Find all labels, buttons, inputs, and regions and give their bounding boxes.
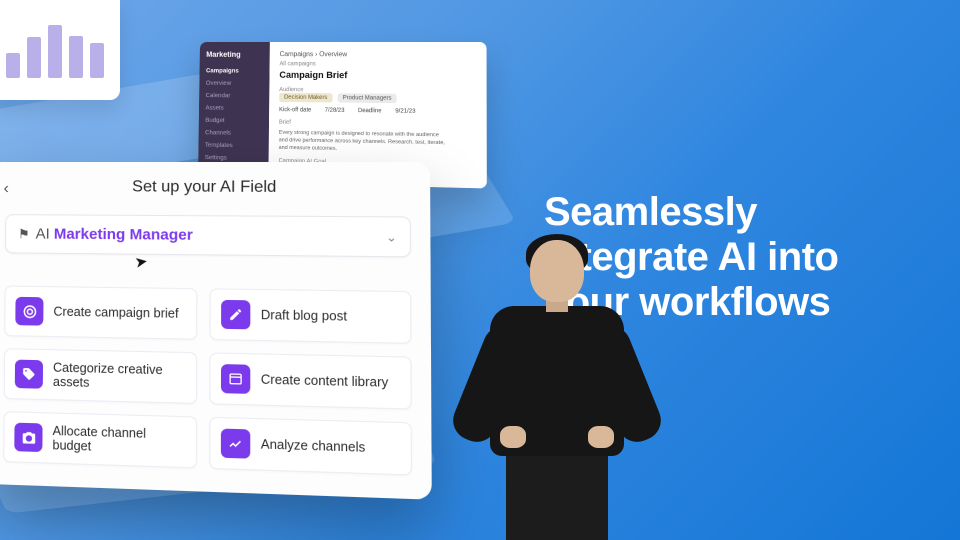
action-label: Analyze channels [261, 437, 365, 455]
pencil-icon [221, 300, 250, 329]
sidebar-item[interactable]: Channels [205, 128, 262, 136]
ai-setup-panel: ‹ Set up your AI Field ⚑ AI Marketing Ma… [0, 162, 432, 500]
brand-label: Marketing [206, 50, 263, 58]
action-analyze-channels[interactable]: Analyze channels [209, 417, 412, 476]
flag-icon: ⚑ [18, 226, 30, 242]
sidebar-item[interactable]: Calendar [206, 91, 263, 99]
sidebar-item[interactable]: Settings [205, 153, 262, 162]
sidebar-item-campaigns[interactable]: Campaigns [206, 67, 263, 75]
sidebar-item[interactable]: Templates [205, 141, 262, 150]
camera-icon [14, 423, 42, 452]
action-label: Allocate channel budget [52, 424, 185, 457]
action-label: Categorize creative assets [53, 360, 186, 392]
analytics-icon [221, 429, 250, 459]
chart-bar [69, 36, 83, 79]
presenter-figure [450, 230, 660, 540]
deadline-value: 9/21/23 [395, 108, 415, 114]
kickoff-label: Kick-off date [279, 107, 311, 113]
action-label: Create campaign brief [53, 304, 178, 320]
action-allocate-budget[interactable]: Allocate channel budget [3, 411, 197, 468]
audience-pill[interactable]: Product Managers [338, 93, 397, 103]
target-icon [15, 297, 43, 326]
cursor-icon: ➤ [133, 252, 149, 272]
brief-body-label: Brief [279, 119, 476, 128]
ai-role-selector[interactable]: ⚑ AI Marketing Manager ⌄ ➤ [5, 214, 411, 257]
mini-bar-chart [0, 0, 120, 100]
deadline-label: Deadline [358, 108, 382, 114]
chevron-down-icon: ⌄ [386, 229, 397, 244]
presentation-slide: Seamlessly integrate AI into your workfl… [0, 0, 960, 540]
sub-crumb: All campaigns [279, 61, 476, 68]
action-create-content-library[interactable]: Create content library [209, 352, 411, 409]
action-label: Draft blog post [261, 308, 347, 324]
audience-pill[interactable]: Decision Makers [279, 93, 332, 103]
brief-title: Campaign Brief [279, 70, 476, 81]
library-icon [221, 364, 250, 394]
back-arrow-icon[interactable]: ‹ [3, 180, 8, 198]
action-label: Create content library [261, 372, 389, 390]
role-value: Marketing Manager [54, 226, 193, 244]
kickoff-value: 7/28/23 [325, 107, 345, 113]
chart-bar [6, 53, 20, 78]
chart-bar [90, 43, 104, 78]
sidebar-item[interactable]: Budget [205, 116, 262, 124]
chart-bar [48, 25, 62, 78]
panel-title: Set up your AI Field [132, 178, 276, 196]
action-create-campaign-brief[interactable]: Create campaign brief [4, 286, 197, 340]
action-grid: Create campaign brief Draft blog post Ca… [3, 286, 412, 476]
sidebar-item[interactable]: Assets [205, 104, 262, 112]
action-draft-blog-post[interactable]: Draft blog post [210, 288, 412, 344]
sidebar-item[interactable]: Overview [206, 79, 263, 87]
action-categorize-assets[interactable]: Categorize creative assets [4, 348, 197, 404]
breadcrumb[interactable]: Campaigns › Overview [280, 50, 476, 58]
chart-bar [27, 37, 41, 78]
tag-icon [15, 360, 43, 389]
role-prefix: AI [36, 225, 50, 242]
brief-body-text: Every strong campaign is designed to res… [279, 129, 450, 155]
